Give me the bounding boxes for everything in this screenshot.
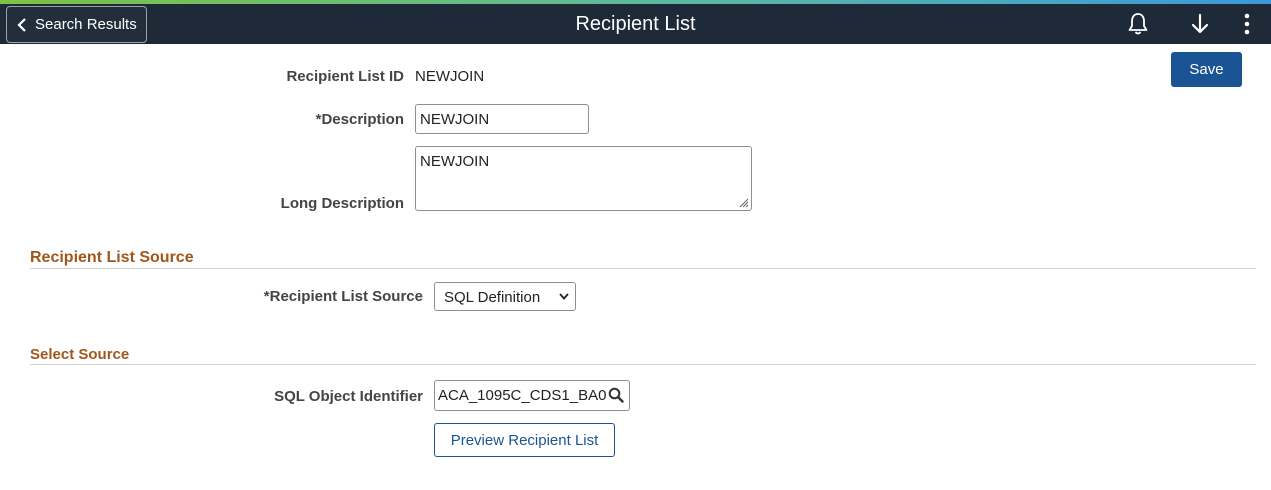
sql-object-identifier-label: SQL Object Identifier <box>274 388 423 405</box>
preview-recipient-list-button[interactable]: Preview Recipient List <box>434 423 615 457</box>
recipient-list-id-value: NEWJOIN <box>415 68 485 85</box>
back-to-search-results-button[interactable]: Search Results <box>6 6 147 43</box>
page-title: Recipient List <box>575 13 696 35</box>
app-header: Search Results Recipient List <box>0 4 1271 44</box>
description-label: *Description <box>315 111 404 128</box>
description-input[interactable]: NEWJOIN <box>415 104 589 134</box>
section-divider <box>30 268 1256 269</box>
recipient-list-source-selected: SQL Definition <box>444 289 541 306</box>
sql-object-identifier-input[interactable]: ACA_1095C_CDS1_BA0 <box>434 380 630 411</box>
chevron-down-icon <box>559 293 569 300</box>
recipient-list-source-label: *Recipient List Source <box>263 288 423 305</box>
save-button[interactable]: Save <box>1171 52 1242 87</box>
chevron-left-icon <box>17 17 26 32</box>
search-icon[interactable] <box>608 387 624 403</box>
select-source-heading: Select Source <box>30 346 130 363</box>
back-button-label: Search Results <box>35 16 137 33</box>
resize-grip-icon[interactable] <box>738 197 749 208</box>
long-description-textarea[interactable]: NEWJOIN <box>415 146 752 211</box>
bell-icon[interactable] <box>1124 10 1152 38</box>
download-arrow-icon[interactable] <box>1186 10 1214 38</box>
recipient-list-source-select[interactable]: SQL Definition <box>434 282 576 311</box>
long-description-label: Long Description <box>280 195 404 212</box>
description-value: NEWJOIN <box>420 111 490 128</box>
recipient-list-id-label: Recipient List ID <box>286 68 404 85</box>
recipient-list-source-heading: Recipient List Source <box>30 249 194 266</box>
more-vertical-icon[interactable] <box>1233 10 1261 38</box>
sql-object-identifier-value: ACA_1095C_CDS1_BA0 <box>438 387 607 404</box>
long-description-value: NEWJOIN <box>420 153 490 170</box>
section-divider <box>30 364 1256 365</box>
